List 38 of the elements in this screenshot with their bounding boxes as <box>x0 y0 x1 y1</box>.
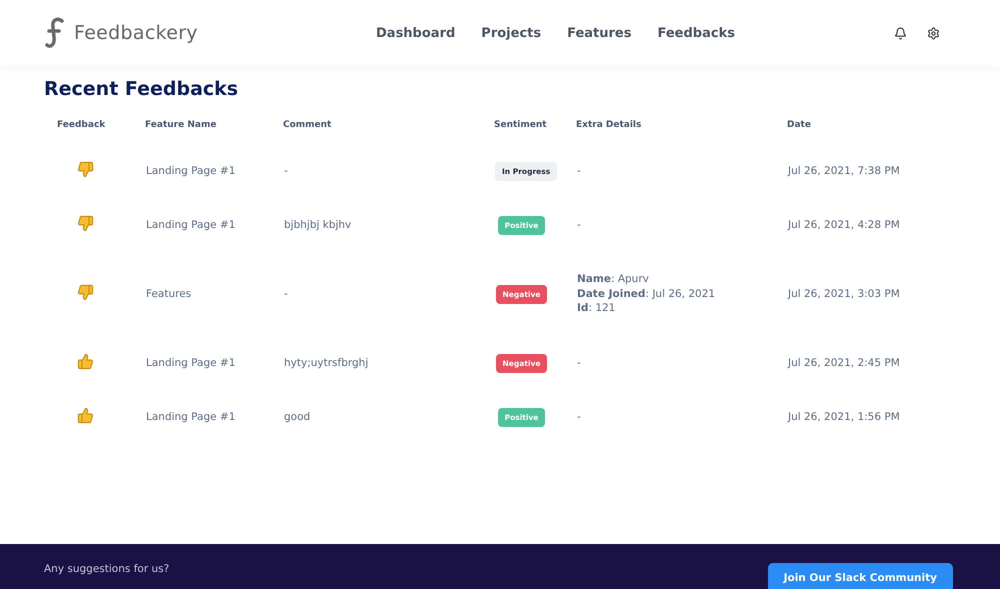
brand-name: Feedbackery <box>74 22 198 44</box>
column-header: Feedback <box>57 120 106 130</box>
nav-link[interactable]: Projects <box>481 26 542 40</box>
footer-prompt: Any suggestions for us? <box>44 563 170 577</box>
column-header: Comment <box>283 120 332 130</box>
comment-text: hyty;uytrsfbrghj <box>284 357 368 369</box>
extra-detail: - <box>577 164 582 178</box>
extra-detail: Name: Apurv <box>577 272 650 287</box>
nav-link[interactable]: Feedbacks <box>658 26 735 40</box>
comment-text: - <box>284 165 288 177</box>
date-text: Jul 26, 2021, 1:56 PM <box>788 411 900 423</box>
feature-name: Landing Page #1 <box>146 357 236 369</box>
date-text: Jul 26, 2021, 3:03 PM <box>788 288 900 300</box>
page-title: Recent Feedbacks <box>44 78 240 100</box>
logo-icon <box>44 17 64 49</box>
extra-detail: - <box>577 218 582 232</box>
extra-detail: Id: 121 <box>577 301 616 316</box>
feature-name: Landing Page #1 <box>146 411 236 423</box>
comment-text: bjbhjbj kbjhv <box>284 219 352 231</box>
feature-name: Landing Page #1 <box>146 165 236 177</box>
date-text: Jul 26, 2021, 7:38 PM <box>788 165 900 177</box>
comment-text: - <box>284 288 288 300</box>
column-header: Sentiment <box>494 120 547 130</box>
date-text: Jul 26, 2021, 2:45 PM <box>788 357 900 369</box>
column-header: Date <box>787 120 811 130</box>
column-header: Extra Details <box>576 120 642 130</box>
comment-text: good <box>284 411 310 423</box>
column-header: Feature Name <box>145 120 216 130</box>
feature-name: Landing Page #1 <box>146 219 236 231</box>
extra-detail: - <box>577 410 582 424</box>
extra-detail: Date Joined: Jul 26, 2021 <box>577 286 716 302</box>
nav-link[interactable]: Dashboard <box>376 26 456 40</box>
nav-link[interactable]: Features <box>567 26 632 40</box>
feature-name: Features <box>146 288 192 300</box>
settings-icon[interactable] <box>927 26 940 40</box>
extra-detail: - <box>577 356 582 370</box>
bell-icon[interactable] <box>894 26 907 40</box>
date-text: Jul 26, 2021, 4:28 PM <box>788 219 900 231</box>
